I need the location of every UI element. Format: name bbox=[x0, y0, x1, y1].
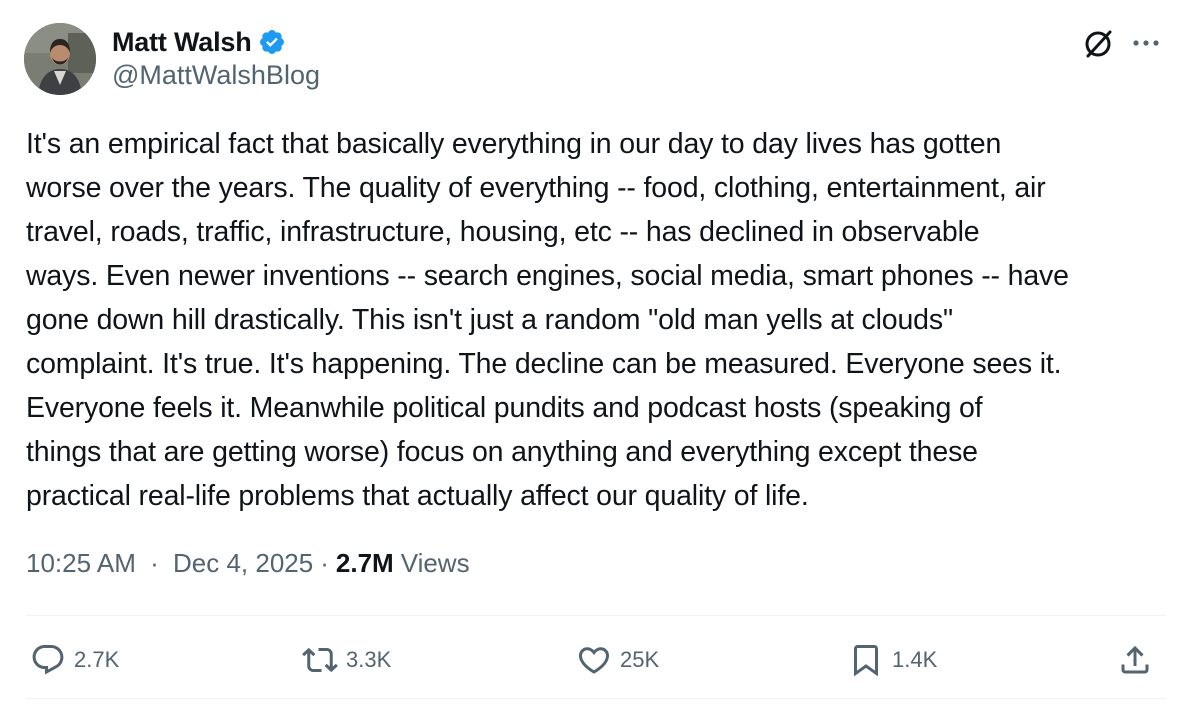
meta-separator: · bbox=[320, 548, 329, 578]
tweet-text-line: It's an empirical fact that basically ev… bbox=[26, 128, 1002, 160]
tweet-text-line: things that are getting worse) focus on … bbox=[26, 436, 978, 468]
tweet-time: 10:25 AM bbox=[26, 548, 136, 578]
tweet: Matt Walsh @MattWalshBlog It's an empiri… bbox=[0, 0, 1200, 710]
reply-button[interactable]: 2.7K bbox=[30, 636, 119, 684]
bookmark-icon bbox=[848, 642, 884, 678]
more-options-icon[interactable] bbox=[1128, 28, 1164, 58]
bookmark-count: 1.4K bbox=[892, 647, 938, 672]
author-handle[interactable]: @MattWalshBlog bbox=[112, 60, 320, 91]
share-button[interactable] bbox=[1117, 636, 1153, 684]
divider bbox=[26, 698, 1166, 699]
tweet-timestamp-link[interactable]: 10:25 AM · Dec 4, 2025 bbox=[26, 548, 313, 579]
like-count: 25K bbox=[620, 647, 660, 672]
tweet-text: It's an empirical fact that basically ev… bbox=[26, 122, 1176, 518]
tweet-meta: 10:25 AM · Dec 4, 2025 · 2.7M Views bbox=[26, 548, 470, 579]
repost-icon bbox=[302, 642, 338, 678]
tweet-text-line: complaint. It's true. It's happening. Th… bbox=[26, 348, 1062, 380]
repost-button[interactable]: 3.3K bbox=[302, 636, 391, 684]
like-button[interactable]: 25K bbox=[576, 636, 659, 684]
tweet-text-line: travel, roads, traffic, infrastructure, … bbox=[26, 216, 980, 248]
avatar[interactable] bbox=[24, 23, 96, 95]
grok-icon[interactable] bbox=[1080, 26, 1116, 62]
verified-badge-icon[interactable] bbox=[258, 28, 286, 56]
views-count[interactable]: 2.7M bbox=[336, 548, 394, 579]
reply-count: 2.7K bbox=[74, 647, 120, 672]
author-name-row: Matt Walsh bbox=[112, 24, 286, 60]
tweet-text-line: worse over the years. The quality of eve… bbox=[26, 172, 1046, 204]
bookmark-button[interactable]: 1.4K bbox=[848, 636, 937, 684]
tweet-text-line: gone down hill drastically. This isn't j… bbox=[26, 304, 953, 336]
avatar-image bbox=[24, 23, 96, 95]
share-icon bbox=[1117, 642, 1153, 678]
tweet-date: Dec 4, 2025 bbox=[173, 548, 314, 578]
author-display-name[interactable]: Matt Walsh bbox=[112, 27, 252, 58]
views-label[interactable]: Views bbox=[401, 548, 470, 579]
tweet-text-line: Everyone feels it. Meanwhile political p… bbox=[26, 392, 983, 424]
tweet-text-line: ways. Even newer inventions -- search en… bbox=[26, 260, 1069, 292]
meta-separator: · bbox=[150, 548, 159, 578]
divider bbox=[26, 615, 1166, 616]
heart-icon bbox=[576, 642, 612, 678]
tweet-text-line: practical real-life problems that actual… bbox=[26, 480, 809, 512]
repost-count: 3.3K bbox=[346, 647, 392, 672]
tweet-actions-bar: 2.7K 3.3K 25K 1.4K bbox=[0, 636, 1200, 684]
reply-icon bbox=[30, 642, 66, 678]
